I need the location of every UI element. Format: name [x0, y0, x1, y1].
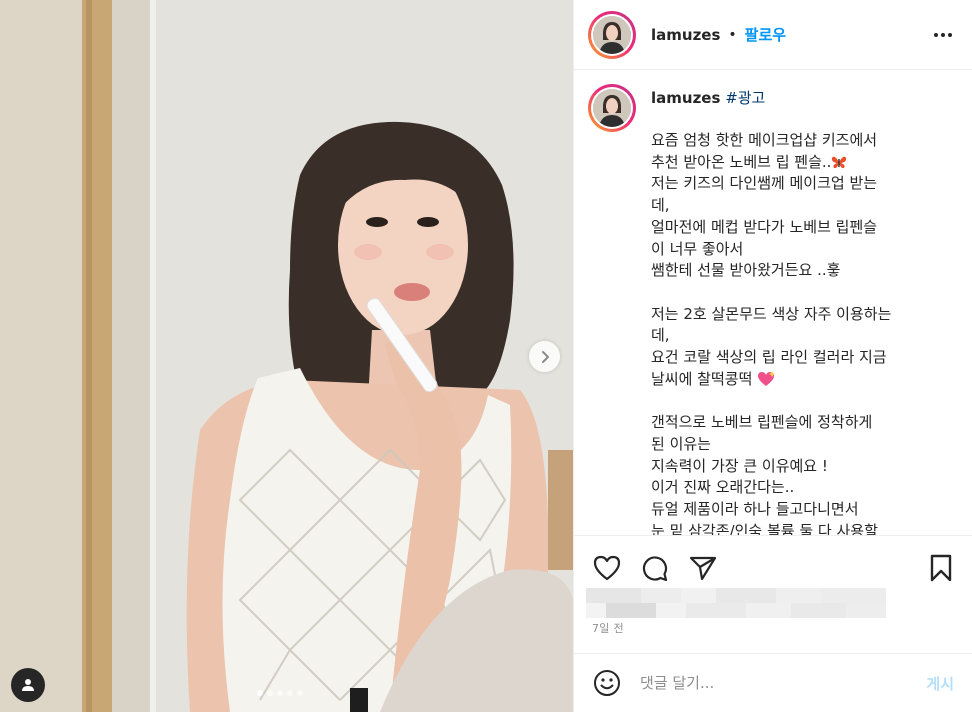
- caption-line: 데,: [651, 195, 941, 217]
- caption-line: 저는 키즈의 다인쌤께 메이크업 받는: [651, 173, 941, 195]
- comment-bar: 게시: [574, 653, 972, 712]
- post-photo: [0, 0, 573, 712]
- butterfly-emoji-icon: [832, 156, 847, 168]
- carousel-dot: [267, 690, 273, 696]
- caption-line: 날씨에 찰떡콩떡: [651, 369, 941, 391]
- caption-line-text: 이거 진짜 오래간다는..: [651, 478, 795, 497]
- caption-body: lamuzes #광고 요즘 엄청 핫한 메이크업샵 키즈에서추천 받아온 노베…: [651, 84, 941, 535]
- ad-hashtag[interactable]: #광고: [725, 89, 765, 107]
- caption-line: 갠적으로 노베브 립펜슬에 정착하게: [651, 412, 941, 434]
- carousel-indicator: [257, 690, 303, 696]
- carousel-dot: [257, 690, 263, 696]
- paper-plane-icon: [689, 556, 717, 581]
- likes-count-blurred: [586, 588, 886, 618]
- caption-username[interactable]: lamuzes: [651, 89, 720, 107]
- follow-button[interactable]: 팔로우: [745, 24, 786, 45]
- comment-icon: [642, 556, 668, 582]
- more-options-icon[interactable]: [928, 27, 958, 43]
- bookmark-icon: [930, 554, 952, 582]
- caption-line-text: 듀얼 제품이라 하나 들고다니면서: [651, 499, 859, 518]
- caption-line: 된 이유는: [651, 434, 941, 456]
- caption-line-text: 데,: [651, 326, 670, 345]
- caption-line-text: 요건 코랄 색상의 립 라인 컬러라 지금: [651, 348, 887, 367]
- caption-line-text: 요즘 엄청 핫한 메이크업샵 키즈에서: [651, 131, 878, 149]
- caption-avatar[interactable]: [588, 84, 636, 132]
- caption-line: 이 너무 좋아서: [651, 239, 941, 261]
- caption-line-text: 지속력이 가장 큰 이유예요 !: [651, 456, 828, 475]
- instagram-post-view: lamuzes • 팔로우 lamuzes #광고 요즘 엄청 핫한 메이크업샵…: [0, 0, 972, 712]
- avatar[interactable]: [588, 10, 636, 59]
- sparkling-heart-emoji-icon: [758, 370, 776, 386]
- next-slide-button[interactable]: [529, 341, 560, 372]
- caption-line-text: 눈 밑 삼각존/인숙 볼륨 둘 다 사용할: [651, 521, 878, 535]
- caption-line-text: 추천 받아온 노베브 립 펜슬..: [651, 152, 832, 171]
- comment-input[interactable]: [640, 674, 927, 692]
- caption-header: lamuzes #광고: [651, 87, 941, 108]
- caption-line: 이거 진짜 오래간다는..: [651, 477, 941, 499]
- header-username[interactable]: lamuzes: [651, 26, 720, 44]
- caption-line-text: 갠적으로 노베브 립펜슬에 정착하게: [651, 413, 873, 432]
- caption-line: 저는 2호 살몬무드 색상 자주 이용하는: [651, 304, 941, 326]
- emoji-button[interactable]: [592, 668, 622, 698]
- caption-line-text: 저는 2호 살몬무드 색상 자주 이용하는: [651, 304, 892, 323]
- caption-line: 요즘 엄청 핫한 메이크업샵 키즈에서: [651, 130, 941, 152]
- caption-line-text: 얼마전에 메컵 받다가 노베브 립펜슬: [651, 217, 878, 236]
- person-icon: [22, 679, 34, 691]
- tagged-users-button[interactable]: [11, 668, 45, 702]
- smiley-icon: [594, 670, 620, 696]
- caption-line: 얼마전에 메컵 받다가 노베브 립펜슬: [651, 217, 941, 239]
- post-timestamp[interactable]: 7일 전: [592, 620, 624, 636]
- post-header: lamuzes • 팔로우: [574, 0, 972, 70]
- caption-line: 요건 코랄 색상의 립 라인 컬러라 지금: [651, 347, 941, 369]
- heart-icon: [593, 555, 621, 581]
- caption-line: 쌤한테 선물 받아왔거든요 ..훟: [651, 260, 941, 282]
- caption-line: 지속력이 가장 큰 이유예요 !: [651, 456, 941, 478]
- caption-line: 듀얼 제품이라 하나 들고다니면서: [651, 499, 941, 521]
- carousel-dot: [297, 690, 303, 696]
- carousel-dot: [287, 690, 293, 696]
- save-button[interactable]: [926, 553, 956, 583]
- caption-line-text: 된 이유는: [651, 434, 711, 453]
- post-details-panel: lamuzes • 팔로우 lamuzes #광고 요즘 엄청 핫한 메이크업샵…: [573, 0, 972, 712]
- action-section: 7일 전: [574, 535, 972, 653]
- caption-line-text: 쌤한테 선물 받아왔거든요 ..훟: [651, 261, 841, 280]
- caption-line-text: 데,: [651, 196, 670, 215]
- caption-line-text: 저는 키즈의 다인쌤께 메이크업 받는: [651, 174, 878, 193]
- post-media[interactable]: [0, 0, 573, 712]
- caption-line-text: 날씨에 찰떡콩떡: [651, 369, 753, 388]
- comment-button[interactable]: [640, 553, 670, 583]
- separator-dot: •: [728, 26, 737, 43]
- caption-line: 데,: [651, 325, 941, 347]
- caption-section: lamuzes #광고 요즘 엄청 핫한 메이크업샵 키즈에서추천 받아온 노베…: [574, 70, 972, 535]
- caption-line: 추천 받아온 노베브 립 펜슬..: [651, 152, 941, 174]
- caption-line-text: 이 너무 좋아서: [651, 239, 744, 258]
- carousel-dot: [277, 690, 283, 696]
- share-button[interactable]: [688, 553, 718, 583]
- post-comment-button[interactable]: 게시: [926, 673, 954, 694]
- caption-line: 눈 밑 삼각존/인숙 볼륨 둘 다 사용할: [651, 521, 941, 535]
- chevron-right-icon: [541, 350, 549, 363]
- caption-text: 요즘 엄청 핫한 메이크업샵 키즈에서추천 받아온 노베브 립 펜슬.. 저는 키…: [651, 130, 941, 535]
- like-button[interactable]: [592, 553, 622, 583]
